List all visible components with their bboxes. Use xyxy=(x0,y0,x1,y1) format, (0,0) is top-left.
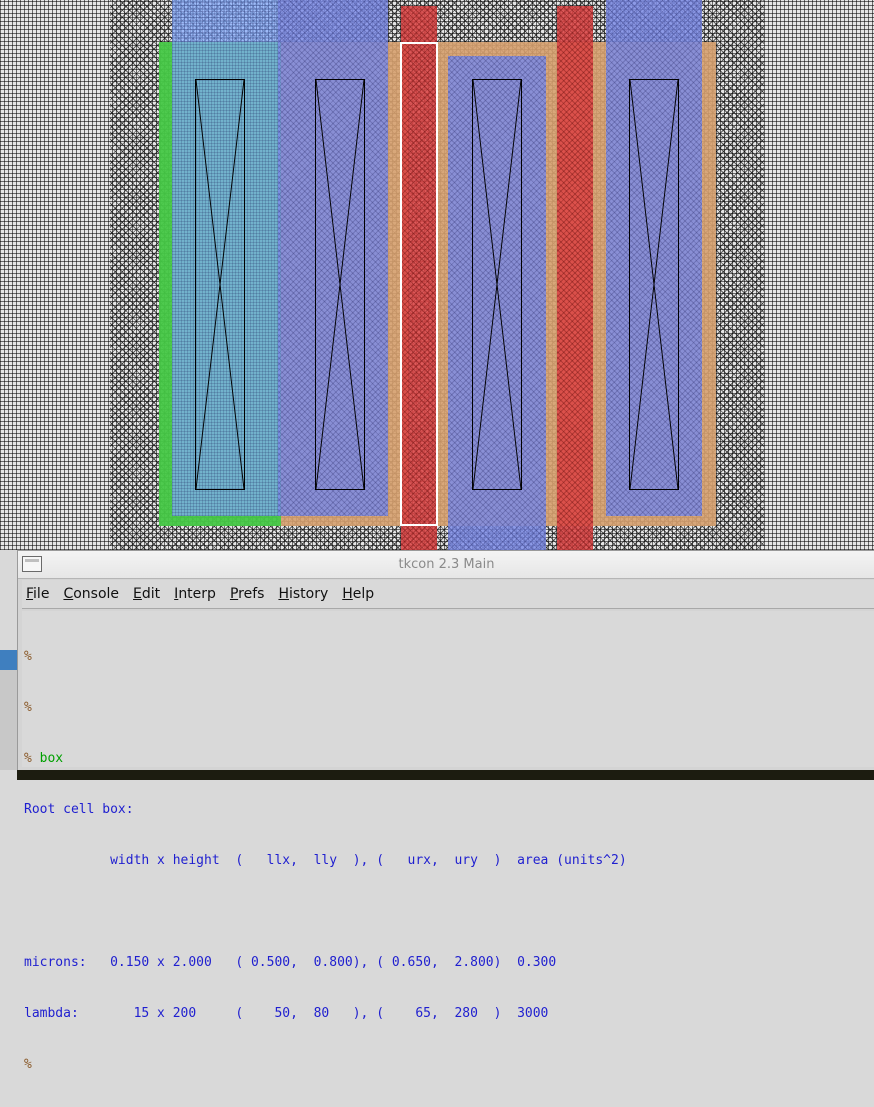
menu-file[interactable]: File xyxy=(26,586,55,602)
window-title: tkcon 2.3 Main xyxy=(398,557,495,572)
menu-console[interactable]: Console xyxy=(63,586,125,602)
menu-bar: File Console Edit Interp Prefs History H… xyxy=(22,580,874,609)
menu-edit[interactable]: Edit xyxy=(133,586,166,602)
selection-box[interactable] xyxy=(400,42,438,526)
title-bar[interactable]: tkcon 2.3 Main xyxy=(18,551,874,579)
tkcon-window[interactable]: tkcon 2.3 Main File Console Edit Interp … xyxy=(17,550,874,1072)
console-output-header: Root cell box: xyxy=(24,802,134,817)
contact-cell-1 xyxy=(195,79,245,490)
background-window-edge xyxy=(0,650,18,670)
console-prompt[interactable]: % xyxy=(24,1057,32,1072)
console-prompt: % xyxy=(24,751,32,766)
console-output-lambda: lambda: 15 x 200 ( 50, 80 ), ( 65, 280 )… xyxy=(24,1006,549,1021)
console-line: % box xyxy=(24,750,874,767)
console-prompt: % xyxy=(24,700,32,715)
contact-cell-4 xyxy=(629,79,679,490)
console-output-columns: width x height ( llx, lly ), ( urx, ury … xyxy=(24,853,627,868)
menu-prefs[interactable]: Prefs xyxy=(230,586,271,602)
menu-history[interactable]: History xyxy=(278,586,334,602)
console-line: % xyxy=(24,1056,874,1073)
poly-gate-2 xyxy=(557,6,593,550)
console-line: % xyxy=(24,648,874,665)
menu-help[interactable]: Help xyxy=(342,586,380,602)
menu-interp[interactable]: Interp xyxy=(174,586,222,602)
console-line: % xyxy=(24,699,874,716)
console-output-microns: microns: 0.150 x 2.000 ( 0.500, 0.800), … xyxy=(24,955,557,970)
desktop-background-strip xyxy=(17,770,874,780)
layout-canvas[interactable] xyxy=(0,0,874,550)
console-command: box xyxy=(39,751,64,766)
contact-cell-2 xyxy=(315,79,365,490)
background-window-edge-lower xyxy=(0,670,18,770)
console-prompt: % xyxy=(24,649,32,664)
console-output[interactable]: % % % box Root cell box: width x height … xyxy=(22,611,874,1072)
contact-cell-3 xyxy=(472,79,522,490)
